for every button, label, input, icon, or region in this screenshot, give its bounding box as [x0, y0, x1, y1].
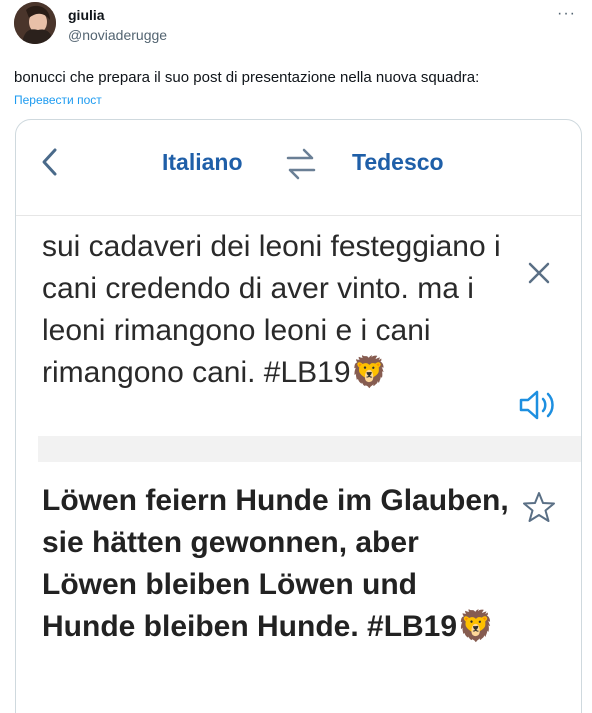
- display-name[interactable]: giulia: [68, 7, 105, 23]
- tweet-text: bonucci che prepara il suo post di prese…: [14, 69, 480, 86]
- section-divider: [38, 436, 581, 462]
- chevron-left-icon[interactable]: [38, 144, 62, 185]
- translated-text: Löwen feiern Hunde im Glauben, sie hätte…: [42, 480, 512, 648]
- star-icon[interactable]: [522, 490, 556, 529]
- source-text-content: sui cadaveri dei leoni festeggiano i can…: [42, 230, 501, 389]
- tweet: giulia @noviaderugge ··· bonucci che pre…: [0, 0, 592, 713]
- translator-header: Italiano Tedesco: [16, 120, 581, 216]
- swap-arrows-icon[interactable]: [284, 146, 318, 187]
- source-text: sui cadaveri dei leoni festeggiano i can…: [42, 226, 512, 394]
- user-handle[interactable]: @noviaderugge: [68, 27, 167, 43]
- speaker-icon[interactable]: [518, 388, 558, 427]
- lion-emoji: 🦁: [350, 356, 388, 389]
- translated-image-card[interactable]: Italiano Tedesco sui cadaveri dei leoni …: [15, 119, 582, 713]
- close-icon[interactable]: [526, 260, 552, 291]
- target-language[interactable]: Tedesco: [352, 149, 444, 176]
- translate-post-link[interactable]: Перевести пост: [14, 93, 102, 107]
- more-options-icon[interactable]: ···: [557, 6, 576, 22]
- lion-emoji: 🦁: [457, 610, 495, 643]
- avatar[interactable]: [14, 2, 56, 44]
- translated-text-content: Löwen feiern Hunde im Glauben, sie hätte…: [42, 484, 509, 643]
- source-language[interactable]: Italiano: [162, 149, 243, 176]
